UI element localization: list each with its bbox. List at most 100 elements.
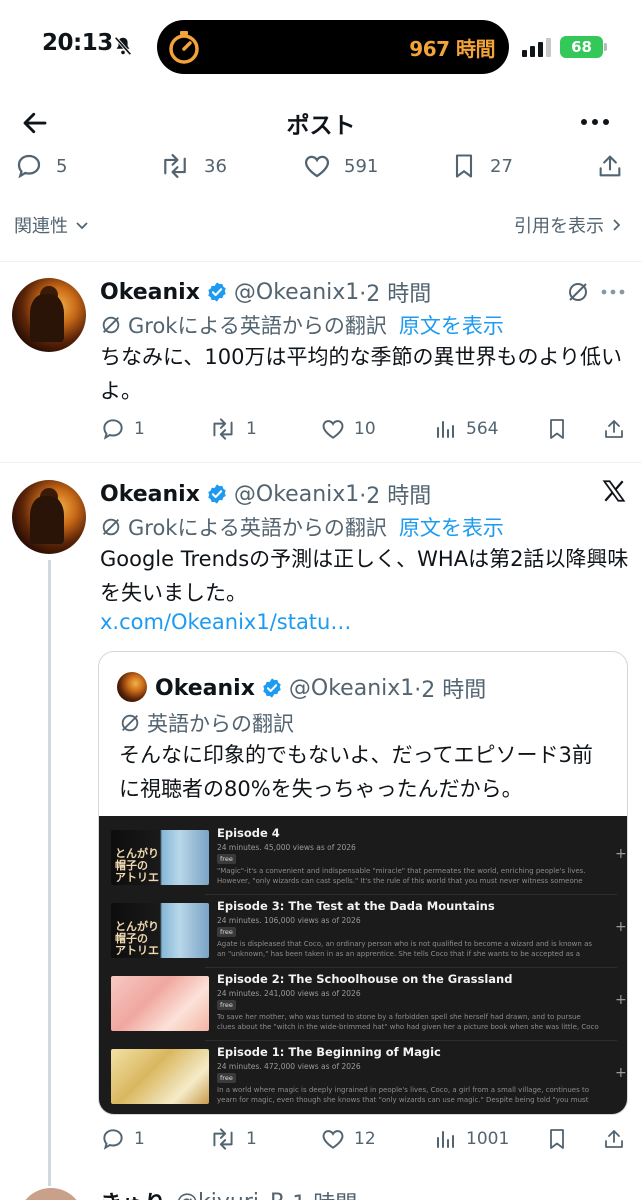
bookmark-button[interactable]: [545, 416, 569, 442]
author-handle[interactable]: @Okeanix1: [234, 280, 359, 305]
translation-label: Grokによる英語からの翻訳: [128, 516, 387, 540]
show-original-link[interactable]: 原文を表示: [399, 512, 504, 542]
reply-count: 1: [134, 419, 145, 439]
sort-dropdown[interactable]: 関連性: [14, 212, 90, 238]
reply2-author-line: Okeanix @Okeanix1 ·2 時間: [100, 478, 431, 510]
stopwatch-icon: [167, 29, 201, 65]
battery-tip: [604, 43, 607, 51]
peek-author-line: きゅり @kiyuri_R ·1 時間: [100, 1186, 357, 1200]
repost-count: 1: [246, 1129, 257, 1149]
more-options-icon[interactable]: [578, 112, 612, 132]
cellular-signal-icon: [522, 37, 552, 57]
divider: [0, 261, 642, 262]
author-handle[interactable]: @Okeanix1: [234, 482, 359, 507]
repost-icon: [213, 1128, 233, 1150]
divider: [205, 967, 617, 968]
status-link[interactable]: x.com/Okeanix1/statu…: [100, 610, 351, 634]
plus-icon: +: [615, 1065, 627, 1081]
episode-title: Episode 3: The Test at the Dada Mountain…: [217, 899, 495, 913]
episode-meta: 24 minutes. 106,000 views as of 2026: [217, 916, 361, 925]
main-bookmark-button[interactable]: 27: [450, 148, 513, 184]
translation-info: Grokによる英語からの翻訳 原文を表示: [100, 310, 504, 340]
episode-thumbnail: とんがり帽子の アトリエ: [111, 830, 209, 885]
reply1-author-line: Okeanix @Okeanix1 ·2 時間: [100, 276, 431, 308]
bookmark-button[interactable]: [545, 1126, 569, 1152]
episode-thumbnail: [111, 1049, 209, 1104]
like-button[interactable]: 12: [320, 1126, 376, 1152]
like-button[interactable]: 10: [320, 416, 376, 442]
plus-icon: +: [615, 992, 627, 1008]
main-repost-button[interactable]: 36: [158, 148, 227, 184]
main-share-button[interactable]: [596, 148, 624, 184]
view-quotes-link[interactable]: 引用を表示: [514, 212, 624, 238]
avatar[interactable]: [18, 1188, 84, 1200]
post-time: ·1 時間: [285, 1186, 357, 1200]
like-count: 10: [354, 419, 376, 439]
thread-line: [48, 560, 51, 1186]
free-badge: free: [217, 1073, 236, 1083]
sort-label: 関連性: [14, 216, 68, 237]
grok-translate-icon[interactable]: [566, 280, 590, 304]
plus-icon: +: [615, 919, 627, 935]
post-more-icon[interactable]: [600, 288, 626, 296]
x-logo-icon[interactable]: [600, 478, 628, 504]
episode-title: Episode 4: [217, 826, 280, 840]
reply-button[interactable]: 1: [100, 416, 145, 442]
thumbnail-title: とんがり帽子の アトリエ: [115, 920, 159, 957]
episode-thumbnail: [111, 976, 209, 1031]
post-text: Google Trendsの予測は正しく、WHAは第2話以降興味を失いました。: [100, 547, 629, 605]
views-button[interactable]: 1001: [434, 1126, 509, 1152]
chevron-down-icon: [76, 222, 88, 230]
share-button[interactable]: [602, 1126, 626, 1152]
quote-author-name: Okeanix: [155, 675, 255, 701]
author-name[interactable]: Okeanix: [100, 482, 200, 507]
divider: [205, 1040, 617, 1041]
grok-icon: [102, 518, 120, 536]
episode-description: In a world where magic is deeply ingrain…: [217, 1086, 589, 1104]
main-repost-count: 36: [204, 155, 227, 177]
show-original-link[interactable]: 原文を表示: [399, 310, 504, 340]
share-icon: [605, 420, 623, 438]
repost-button[interactable]: 1: [208, 1126, 257, 1152]
translation-info: Grokによる英語からの翻訳 原文を表示: [100, 512, 504, 542]
heart-icon: [322, 1130, 344, 1149]
author-name[interactable]: きゅり: [100, 1186, 166, 1200]
plus-icon: +: [615, 846, 627, 862]
episode-row: とんがり帽子の アトリエ Episode 4 24 minutes. 45,00…: [111, 826, 627, 894]
repost-button[interactable]: 1: [208, 416, 257, 442]
views-count: 1001: [466, 1129, 510, 1149]
thumbnail-title: とんがり帽子の アトリエ: [115, 847, 159, 884]
main-reply-button[interactable]: 5: [14, 148, 67, 184]
author-handle[interactable]: @kiyuri_R: [176, 1190, 285, 1200]
main-bookmark-count: 27: [490, 155, 513, 177]
bar-chart-icon: [437, 1131, 454, 1148]
repost-icon: [164, 153, 186, 179]
episode-row: Episode 1: The Beginning of Magic 24 min…: [111, 1045, 627, 1113]
avatar[interactable]: [12, 480, 86, 554]
views-button[interactable]: 564: [434, 416, 498, 442]
post-text: ちなみに、100万は平均的な季節の異世界ものより低いよ。: [100, 345, 623, 403]
episode-meta: 24 minutes. 241,000 views as of 2026: [217, 989, 361, 998]
author-name[interactable]: Okeanix: [100, 280, 200, 305]
quote-media-image[interactable]: とんがり帽子の アトリエ Episode 4 24 minutes. 45,00…: [99, 816, 627, 1114]
free-badge: free: [217, 927, 236, 937]
reply-icon: [103, 1129, 123, 1150]
bookmark-icon: [455, 154, 473, 178]
repost-count: 1: [246, 419, 257, 439]
quoted-post[interactable]: Okeanix @Okeanix1 ·2 時間 英語からの翻訳 そんなに印象的で…: [98, 651, 628, 1115]
share-icon: [599, 155, 621, 177]
views-count: 564: [466, 419, 499, 439]
view-quotes-label: 引用を表示: [514, 216, 604, 237]
episode-thumbnail: とんがり帽子の アトリエ: [111, 903, 209, 958]
main-like-button[interactable]: 591: [302, 148, 378, 184]
post-time: ·2 時間: [359, 282, 432, 307]
share-icon: [605, 1130, 623, 1148]
avatar[interactable]: [12, 278, 86, 352]
reply-button[interactable]: 1: [100, 1126, 145, 1152]
share-button[interactable]: [602, 416, 626, 442]
chevron-right-icon: [613, 219, 621, 231]
translation-label: Grokによる英語からの翻訳: [128, 314, 387, 338]
repost-icon: [213, 418, 233, 440]
episode-meta: 24 minutes. 472,000 views as of 2026: [217, 1062, 361, 1071]
verified-badge-icon: [208, 282, 226, 302]
